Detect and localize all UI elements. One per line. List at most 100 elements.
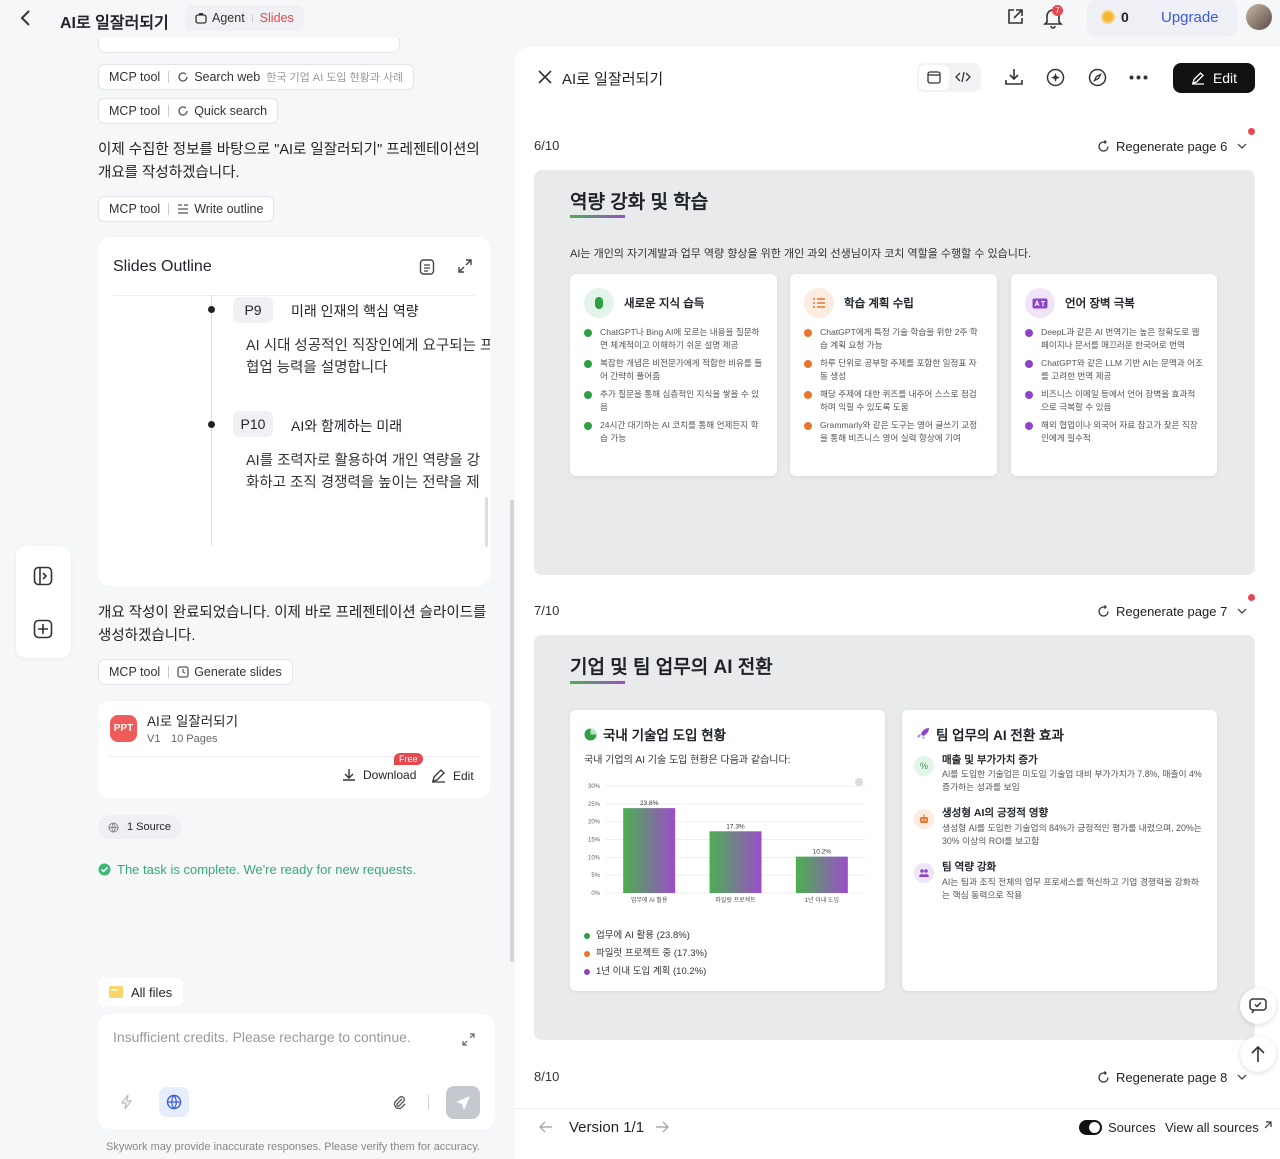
slides-outline-card: Slides Outline P9 미래 인재의 핵심 역량 AI 시대 성공적… [98,237,490,586]
feature-item: ChatGPT나 Bing AI에 모르는 내용을 질문하면 체계적이고 이해하… [600,327,760,350]
web-search-toggle[interactable] [159,1087,189,1117]
new-task-icon[interactable] [33,619,53,639]
search-loop-icon [177,71,189,83]
y-tick-label: 5% [591,873,600,879]
legend-item: 파일럿 프로젝트 중 (17.3%) [584,945,707,963]
sources-toggle[interactable] [1079,1120,1102,1135]
bar-value-label: 17.3% [726,823,745,830]
file-divider [108,756,480,757]
tool-call-search-web[interactable]: MCP tool Search web 한국 기업 AI 도입 현황과 사례 [98,64,415,90]
code-icon[interactable] [955,71,971,83]
panel-toggle-icon[interactable] [33,566,53,586]
toggle-knob [1089,1122,1100,1133]
regenerate-page-8-button[interactable]: Regenerate page 8 [1087,1062,1258,1092]
compass-icon[interactable] [1088,68,1107,87]
share-icon[interactable] [1005,7,1025,27]
all-files-label: All files [131,984,173,1000]
chevron-down-icon [1237,608,1247,614]
edit-file-button[interactable]: Edit [431,768,474,783]
tool-query: 한국 기업 AI 도입 현황과 사례 [266,72,404,84]
preview-mode-button[interactable] [919,65,949,90]
bar-value-label: 23.8% [640,800,659,807]
sources-label: Sources [1108,1120,1156,1135]
legend-dot [584,933,590,939]
effect-title: 매출 및 부가가치 증가 [942,754,1038,766]
prev-version-icon[interactable] [539,1121,553,1133]
bar[interactable] [795,856,848,893]
chevron-down-icon [1237,143,1247,149]
slide-title: 기업 및 팀 업무의 AI 전환 [570,657,773,678]
slides-mode-label[interactable]: Slides [260,11,294,25]
tool-call-quick-search[interactable]: MCP tool Quick search [98,98,279,124]
feature-title: 언어 장벽 극복 [1065,298,1135,310]
globe-icon [166,1094,182,1110]
percent-icon: % [914,756,934,776]
ppt-file-icon: PPT [110,715,137,742]
y-tick-label: 10% [588,855,601,861]
chart-card-subtitle: 국내 기업의 AI 기술 도입 현황은 다음과 같습니다: [584,755,791,766]
mode-switch[interactable]: Agent Slides [185,5,304,31]
attach-icon[interactable] [392,1095,407,1110]
edit-button[interactable]: Edit [1173,63,1255,93]
refresh-icon [1097,1070,1110,1084]
send-button[interactable] [446,1086,480,1119]
refresh-icon [1097,139,1110,153]
chat-input-placeholder[interactable]: Insufficient credits. Please recharge to… [113,1029,411,1045]
x-category-label: 파일럿 프로젝트 [715,896,756,904]
chart-legend: 업무에 AI 활용 (23.8%) 파일럿 프로젝트 중 (17.3%) 1년 이내… [584,927,707,981]
title-underline [570,215,625,218]
feature-item: 추가 질문을 통해 심층적인 지식을 쌓을 수 있음 [600,389,760,412]
effect-desc: AI를 도입한 기술업은 미도입 기술업 대비 부가가치가 7.8%, 매출이 … [942,769,1202,792]
feature-title: 학습 계획 수립 [844,298,914,310]
outline-scrollbar[interactable] [485,497,488,547]
team-icon [914,863,934,883]
refresh-icon [1097,604,1110,618]
external-arrow-icon [1263,1120,1273,1135]
input-separator [428,1095,429,1109]
slide-6[interactable]: 역량 강화 및 학습 AI는 개인의 자기계발과 업무 역량 향상을 위한 개인… [534,170,1255,575]
regenerate-dot [1248,128,1255,135]
feature-item: 24시간 대기하는 AI 코치를 통해 언제든지 학습 가능 [600,420,759,443]
feature-item: Grammarly와 같은 도구는 영어 글쓰기 교정을 통해 비즈니스 영어 … [820,420,978,443]
feedback-button[interactable] [1240,988,1276,1024]
file-name: AI로 일잘러되기 [147,714,239,729]
sources-count: 1 Source [127,821,172,833]
expand-icon[interactable] [457,258,473,274]
upgrade-link[interactable]: Upgrade [1161,9,1219,26]
download-icon[interactable] [1005,68,1023,86]
regenerate-page-6-button[interactable]: Regenerate page 6 [1087,131,1258,161]
legend-item: 1년 이내 도입 계획 (10.2%) [584,963,707,981]
outline-item-title: 미래 인재의 핵심 역량 [291,303,419,319]
sources-chip[interactable]: 1 Source [98,815,182,839]
close-icon[interactable] [538,70,552,84]
tool-call-write-outline[interactable]: MCP tool Write outline [98,196,275,222]
regenerate-page-7-button[interactable]: Regenerate page 7 [1087,596,1258,626]
robot-icon [914,809,934,829]
search-loop-icon [177,105,189,117]
all-files-button[interactable]: All files [98,978,184,1006]
chart-menu-icon[interactable] [855,778,863,786]
feature-card: 새로운 지식 습득 ChatGPT나 Bing AI에 모르는 내용을 질문하면… [570,274,777,476]
more-icon[interactable] [1129,75,1148,80]
avatar[interactable] [1246,4,1272,30]
back-arrow-icon[interactable] [18,9,34,27]
effect-title: 팀 역량 강화 [942,861,997,873]
bar[interactable] [709,831,762,893]
agent-mode-label[interactable]: Agent [212,11,245,25]
slide-7[interactable]: 기업 및 팀 업무의 AI 전환 국내 기술업 도입 현황 국내 기업의 AI … [534,635,1255,1040]
bar[interactable] [623,808,676,893]
file-card[interactable]: PPT AI로 일잘러되기 V1 10 Pages Free Download … [98,701,490,798]
next-version-icon[interactable] [655,1121,669,1133]
view-all-sources-link[interactable]: View all sources [1165,1120,1273,1135]
chat-scrollbar[interactable] [510,500,514,962]
outline-doc-icon[interactable] [419,258,435,276]
lightning-icon[interactable] [121,1094,133,1110]
tool-call-generate-slides[interactable]: MCP tool Generate slides [98,659,293,685]
download-button[interactable]: Download [342,768,416,782]
chart-card-header: 국내 기술업 도입 현황 [584,724,726,744]
sparkle-add-icon[interactable] [1046,68,1065,87]
scroll-top-button[interactable] [1240,1036,1276,1072]
chat-input-box[interactable]: Insufficient credits. Please recharge to… [98,1014,495,1129]
rocket-icon [916,727,930,741]
expand-input-icon[interactable] [462,1033,475,1046]
